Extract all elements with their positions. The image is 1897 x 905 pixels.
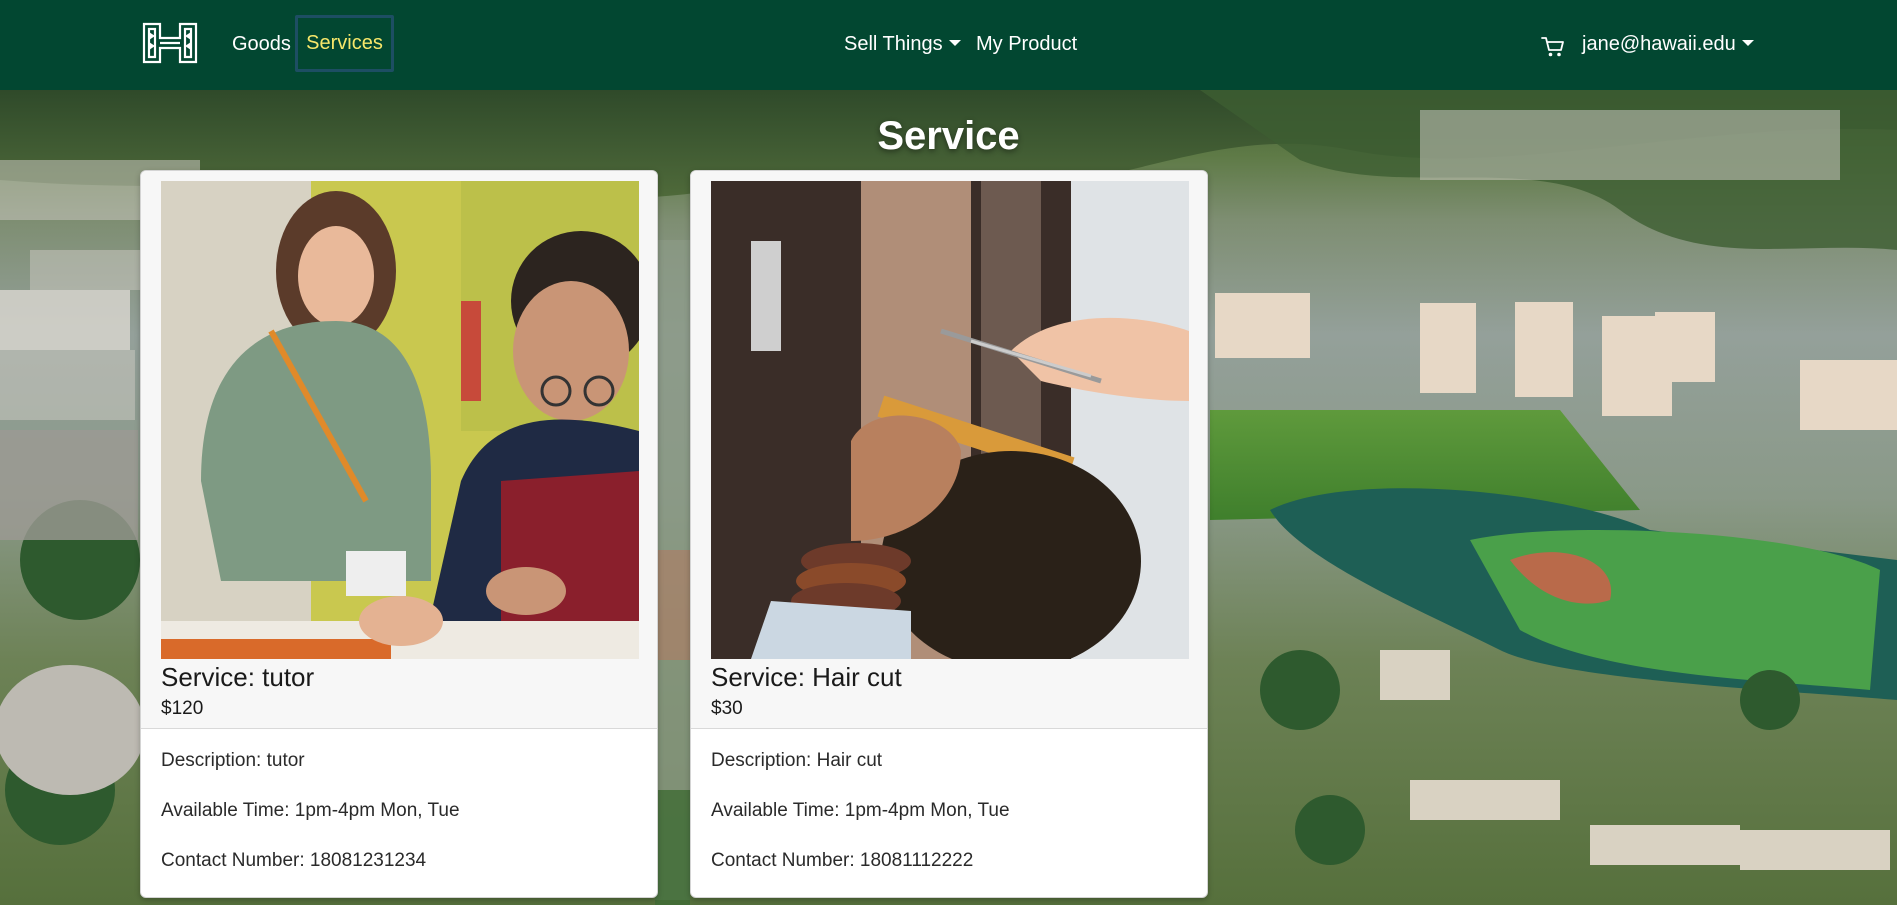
tutoring-photo	[161, 181, 639, 659]
card-header: Service: Hair cut $30	[691, 171, 1207, 729]
user-menu-dropdown[interactable]: jane@hawaii.edu	[1582, 30, 1754, 58]
card-description: Description: Hair cut	[711, 750, 883, 771]
caret-down-icon	[948, 40, 961, 46]
card-title: Service: tutor	[161, 662, 315, 692]
card-price: $30	[711, 698, 743, 719]
card-available-time: Available Time: 1pm-4pm Mon, Tue	[711, 800, 1010, 821]
card-available-time: Available Time: 1pm-4pm Mon, Tue	[161, 800, 460, 821]
page-title: Service	[877, 114, 1020, 158]
service-card: Service: Hair cut $30 Description: Hair …	[690, 170, 1208, 898]
nav-link-goods[interactable]: Goods	[232, 30, 291, 58]
cart-icon[interactable]	[1541, 36, 1565, 58]
card-price: $120	[161, 698, 204, 719]
user-email-label: jane@hawaii.edu	[1582, 33, 1736, 55]
card-header: Service: tutor $120	[141, 171, 657, 729]
top-navbar: Goods Services Sell Things My Product ja…	[0, 0, 1897, 90]
card-title: Service: Hair cut	[711, 662, 902, 692]
hawaii-h-logo-icon[interactable]	[140, 20, 200, 66]
haircut-photo	[711, 181, 1189, 659]
service-card: Service: tutor $120 Description: tutor A…	[140, 170, 658, 898]
sell-things-label: Sell Things	[844, 33, 943, 55]
nav-link-my-product[interactable]: My Product	[976, 30, 1077, 58]
card-description: Description: tutor	[161, 750, 305, 771]
nav-link-services[interactable]: Services	[295, 15, 394, 72]
card-body: Description: Hair cut Available Time: 1p…	[711, 741, 1189, 891]
card-contact-number: Contact Number: 18081231234	[161, 850, 427, 871]
card-body: Description: tutor Available Time: 1pm-4…	[161, 741, 639, 891]
card-contact-number: Contact Number: 18081112222	[711, 850, 974, 871]
caret-down-icon	[1741, 40, 1754, 46]
nav-dropdown-sell-things[interactable]: Sell Things	[844, 30, 961, 58]
